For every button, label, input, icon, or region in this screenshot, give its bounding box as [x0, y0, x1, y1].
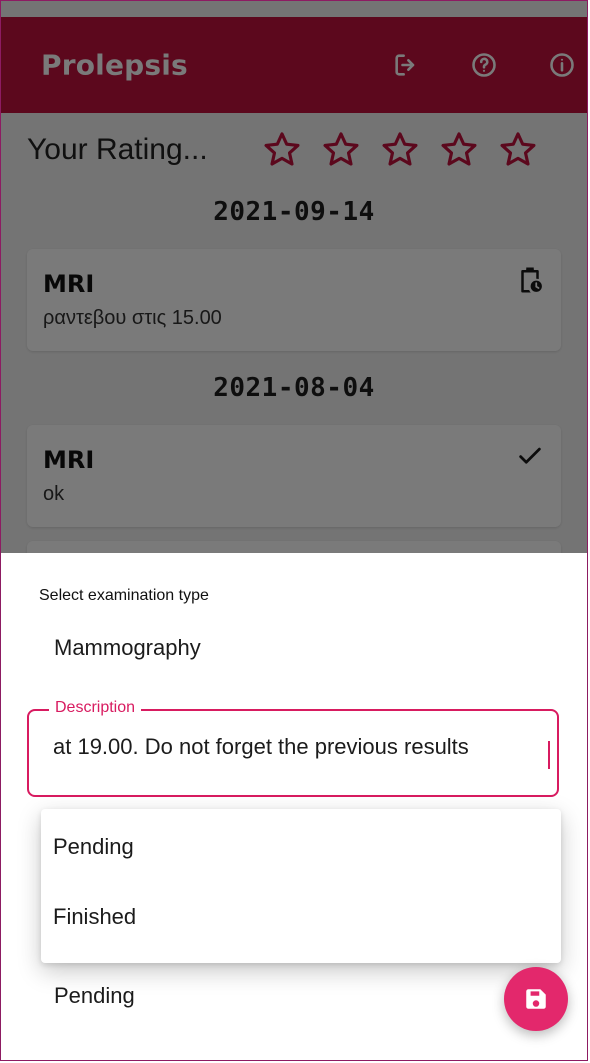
text-cursor — [548, 741, 550, 769]
save-icon — [526, 989, 546, 1009]
bottom-sheet: Select examination type Mammography Desc… — [1, 553, 587, 1060]
info-icon[interactable] — [545, 48, 579, 82]
exam-note: ok — [43, 483, 65, 505]
app-toolbar: Prolepsis — [1, 17, 587, 113]
app-title: Prolepsis — [41, 48, 188, 82]
star-outline-icon[interactable] — [375, 125, 425, 175]
help-icon[interactable] — [467, 48, 501, 82]
rating-label: Your Rating... — [27, 133, 208, 166]
app-background: Prolepsis Your Rating... 2021-09-14 MRI … — [1, 1, 587, 553]
rating-row: Your Rating... — [1, 117, 587, 187]
exam-card[interactable]: MRI ραντεβου στις 15.00 — [27, 249, 561, 351]
date-header: 2021-09-14 — [213, 197, 375, 227]
logout-icon[interactable] — [389, 48, 423, 82]
exam-card-partial — [27, 541, 561, 553]
save-button[interactable] — [504, 967, 568, 1031]
status-option-pending[interactable]: Pending — [41, 809, 561, 885]
exam-type-label: Select examination type — [39, 587, 209, 604]
rating-stars — [257, 125, 543, 175]
app-frame: Prolepsis Your Rating... 2021-09-14 MRI … — [0, 0, 588, 1061]
star-outline-icon[interactable] — [434, 125, 484, 175]
star-outline-icon[interactable] — [257, 125, 307, 175]
exam-note: ραντεβου στις 15.00 — [43, 307, 222, 329]
status-dropdown-menu: Pending Finished — [41, 809, 561, 963]
star-outline-icon[interactable] — [316, 125, 366, 175]
exam-type-select[interactable]: Mammography — [54, 635, 201, 661]
exam-title: MRI — [43, 446, 95, 474]
description-label: Description — [49, 697, 142, 719]
date-header: 2021-08-04 — [213, 373, 375, 403]
exam-title: MRI — [43, 270, 95, 298]
status-select[interactable]: Pending — [54, 983, 135, 1009]
clipboard-clock-icon — [513, 263, 547, 297]
exam-card[interactable]: MRI ok — [27, 425, 561, 527]
star-outline-icon[interactable] — [493, 125, 543, 175]
status-option-finished[interactable]: Finished — [41, 879, 561, 955]
description-input[interactable] — [53, 729, 547, 765]
check-icon — [513, 439, 547, 473]
description-field[interactable]: Description — [27, 697, 559, 797]
